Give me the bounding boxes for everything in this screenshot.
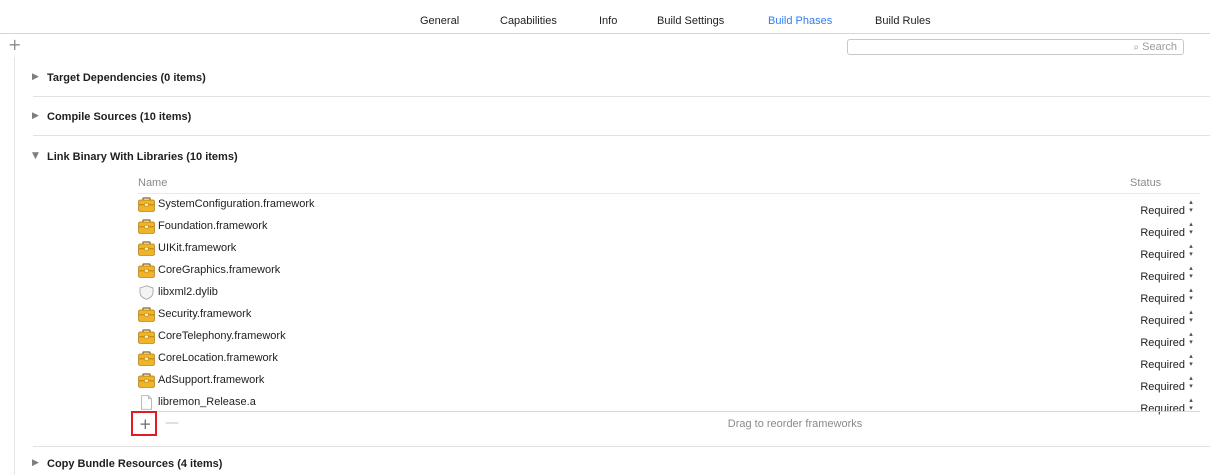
section-target-dependencies[interactable]: Target Dependencies (0 items) [47,72,206,84]
tab-capabilities[interactable]: Capabilities [500,15,557,27]
section-separator [33,96,1210,97]
updown-chevron-icon: ▴▾ [1187,198,1195,214]
status-select[interactable]: Required ▴▾ [1140,220,1195,239]
tab-info[interactable]: Info [599,15,617,27]
add-build-phase-button[interactable]: + [8,37,22,53]
updown-chevron-icon: ▴▾ [1187,264,1195,280]
framework-icon [138,241,155,256]
updown-chevron-icon: ▴▾ [1187,352,1195,368]
table-row[interactable]: SystemConfiguration.framework Required ▴▾ [138,194,1200,217]
framework-icon [138,263,155,278]
framework-icon [138,329,155,344]
search-icon: ⌕ [1133,42,1140,53]
updown-chevron-icon: ▴▾ [1187,242,1195,258]
tab-bar: General Capabilities Info Build Settings… [0,0,1210,34]
table-footer-divider [138,411,1200,412]
framework-icon [138,197,155,212]
framework-icon [138,373,155,388]
library-name: Foundation.framework [158,220,268,232]
status-select[interactable]: Required ▴▾ [1140,198,1195,217]
tab-bar-divider [0,33,1210,34]
updown-chevron-icon: ▴▾ [1187,374,1195,390]
table-row[interactable]: CoreTelephony.framework Required ▴▾ [138,326,1200,349]
updown-chevron-icon: ▴▾ [1187,286,1195,302]
tab-build-rules[interactable]: Build Rules [875,15,931,27]
column-header-name[interactable]: Name [138,177,167,189]
dylib-icon [138,285,155,300]
section-separator [33,135,1210,136]
disclosure-triangle-down-icon[interactable]: ▼ [32,151,40,161]
section-separator [33,446,1210,447]
library-name: AdSupport.framework [158,374,265,386]
section-link-binary[interactable]: Link Binary With Libraries (10 items) [47,151,238,163]
updown-chevron-icon: ▴▾ [1187,308,1195,324]
library-name: CoreTelephony.framework [158,330,286,342]
section-copy-bundle-resources[interactable]: Copy Bundle Resources (4 items) [47,458,222,470]
table-row[interactable]: CoreLocation.framework Required ▴▾ [138,348,1200,371]
table-row[interactable]: AdSupport.framework Required ▴▾ [138,370,1200,393]
section-compile-sources[interactable]: Compile Sources (10 items) [47,111,191,123]
updown-chevron-icon: ▴▾ [1187,220,1195,236]
content-divider [14,57,15,475]
framework-icon [138,351,155,366]
library-name: libxml2.dylib [158,286,218,298]
search-input[interactable]: ⌕ Search [847,39,1184,55]
status-select[interactable]: Required ▴▾ [1140,286,1195,305]
status-select[interactable]: Required ▴▾ [1140,396,1195,415]
status-select[interactable]: Required ▴▾ [1140,352,1195,371]
tab-build-settings[interactable]: Build Settings [657,15,724,27]
tab-general[interactable]: General [420,15,459,27]
disclosure-triangle-right-icon[interactable]: ▶ [32,111,40,121]
column-header-status[interactable]: Status [1130,177,1161,189]
status-select[interactable]: Required ▴▾ [1140,308,1195,327]
status-select[interactable]: Required ▴▾ [1140,374,1195,393]
disclosure-triangle-right-icon[interactable]: ▶ [32,72,40,82]
library-name: CoreLocation.framework [158,352,278,364]
status-select[interactable]: Required ▴▾ [1140,242,1195,261]
table-row[interactable]: libxml2.dylib Required ▴▾ [138,282,1200,305]
framework-icon [138,307,155,322]
table-row[interactable]: UIKit.framework Required ▴▾ [138,238,1200,261]
table-row[interactable]: Foundation.framework Required ▴▾ [138,216,1200,239]
updown-chevron-icon: ▴▾ [1187,330,1195,346]
drag-hint: Drag to reorder frameworks [727,418,863,430]
table-row[interactable]: CoreGraphics.framework Required ▴▾ [138,260,1200,283]
framework-icon [138,219,155,234]
tab-build-phases[interactable]: Build Phases [768,15,832,27]
updown-chevron-icon: ▴▾ [1187,396,1195,412]
library-name: libremon_Release.a [158,396,256,408]
disclosure-triangle-right-icon[interactable]: ▶ [32,458,40,468]
status-value: Required [1140,403,1185,415]
search-placeholder: Search [1142,41,1177,53]
file-icon [138,395,155,410]
library-name: Security.framework [158,308,252,320]
status-select[interactable]: Required ▴▾ [1140,264,1195,283]
status-select[interactable]: Required ▴▾ [1140,330,1195,349]
library-name: UIKit.framework [158,242,237,254]
library-name: SystemConfiguration.framework [158,198,315,210]
library-name: CoreGraphics.framework [158,264,281,276]
table-row[interactable]: Security.framework Required ▴▾ [138,304,1200,327]
